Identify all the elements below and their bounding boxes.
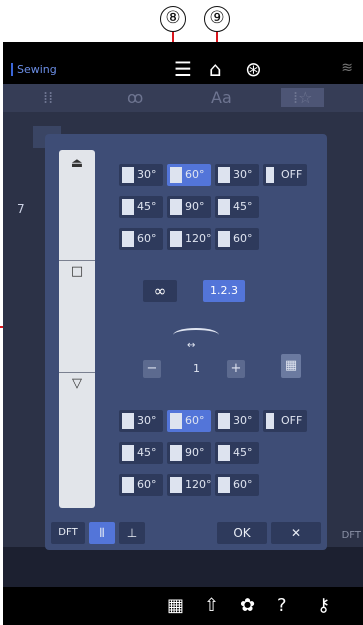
- device-screen: Sewing ☰ ⌂ ⊛ ≋ ⁞⁞ ꝏ Aa ⁞☆ 7 DFT ▦ ⇧ ✿ ? …: [3, 42, 363, 625]
- calculator-button[interactable]: ▦: [281, 354, 301, 378]
- bg-fragment-right: DFT: [341, 530, 361, 541]
- ok-button[interactable]: OK: [217, 522, 267, 544]
- mirror-button[interactable]: ⫴: [89, 522, 115, 544]
- foot-up-icon: ⊥: [126, 526, 138, 540]
- menu-icon[interactable]: ☰: [174, 58, 192, 80]
- start-angle-30-right[interactable]: 30°: [215, 164, 259, 186]
- tab-favorites[interactable]: ⁞☆: [281, 88, 325, 107]
- back-icon[interactable]: ⊛: [245, 58, 262, 80]
- end-angle-90[interactable]: 90°: [167, 442, 211, 464]
- help-icon[interactable]: ?: [277, 595, 287, 616]
- continuous-button[interactable]: ∞: [143, 280, 177, 302]
- stitch-shape-preview: [173, 328, 219, 342]
- settings-icon[interactable]: ✿: [240, 595, 255, 616]
- app-title: Sewing: [11, 63, 57, 76]
- wifi-icon: ≋: [341, 60, 353, 76]
- end-angle-60-left[interactable]: 60°: [119, 474, 163, 496]
- foot-position-panel: ⏏ □ ▽: [59, 150, 95, 508]
- start-off-button[interactable]: OFF: [263, 164, 307, 186]
- end-taper-icon: ▽: [72, 376, 82, 391]
- start-angle-90[interactable]: 90°: [167, 196, 211, 218]
- callout-8: ⑧: [160, 6, 186, 32]
- home-icon[interactable]: ⌂: [209, 58, 222, 80]
- bottom-nav: ▦ ⇧ ✿ ? ⚷: [3, 587, 363, 625]
- start-angle-60-right[interactable]: 60°: [215, 228, 259, 250]
- export-icon[interactable]: ⇧: [204, 595, 219, 616]
- end-angle-30-left[interactable]: 30°: [119, 410, 163, 432]
- mirror-icon: ⫴: [99, 526, 105, 540]
- callout-9: ⑨: [204, 6, 230, 32]
- start-angle-120[interactable]: 120°: [167, 228, 212, 250]
- bg-fragment-left: 7: [17, 202, 25, 216]
- tab-bar: ⁞⁞ ꝏ Aa ⁞☆: [3, 84, 363, 112]
- end-angle-60-right[interactable]: 60°: [215, 474, 259, 496]
- plus-button[interactable]: +: [227, 360, 245, 378]
- start-angle-60[interactable]: 60°: [167, 164, 211, 186]
- end-angle-120[interactable]: 120°: [167, 474, 212, 496]
- end-angle-60[interactable]: 60°: [167, 410, 211, 432]
- top-bar: Sewing ☰ ⌂ ⊛ ≋: [3, 56, 363, 84]
- minus-button[interactable]: −: [143, 360, 161, 378]
- start-angle-60-left[interactable]: 60°: [119, 228, 163, 250]
- end-angle-45-right[interactable]: 45°: [215, 442, 259, 464]
- end-angle-45-left[interactable]: 45°: [119, 442, 163, 464]
- tab-utility[interactable]: ⁞⁞: [43, 88, 53, 107]
- start-angle-45-left[interactable]: 45°: [119, 196, 163, 218]
- middle-section-icon: □: [70, 264, 84, 279]
- end-off-button[interactable]: OFF: [263, 410, 307, 432]
- dft-button[interactable]: DFT: [51, 522, 85, 544]
- tab-decorative[interactable]: ꝏ: [127, 88, 143, 107]
- close-button[interactable]: ✕: [271, 522, 321, 544]
- start-taper-icon: ⏏: [70, 156, 84, 171]
- repeat-count-button[interactable]: 1.2.3: [203, 280, 245, 302]
- start-angle-45-right[interactable]: 45°: [215, 196, 259, 218]
- repeat-count-value: 1: [193, 362, 200, 375]
- width-arrow-icon: ↔: [187, 340, 196, 351]
- tab-alphabet[interactable]: Aa: [211, 88, 232, 107]
- stitch-tool-strip: [3, 547, 363, 587]
- end-angle-30-right[interactable]: 30°: [215, 410, 259, 432]
- tapering-settings-dialog: ⏏ □ ▽ 30° 60° 30° OFF 45° 90° 45° 60° 12…: [45, 134, 327, 550]
- foot-up-button[interactable]: ⊥: [119, 522, 145, 544]
- start-angle-30-left[interactable]: 30°: [119, 164, 163, 186]
- wrench-icon[interactable]: ⚷: [317, 595, 330, 616]
- grid-icon[interactable]: ▦: [167, 595, 184, 616]
